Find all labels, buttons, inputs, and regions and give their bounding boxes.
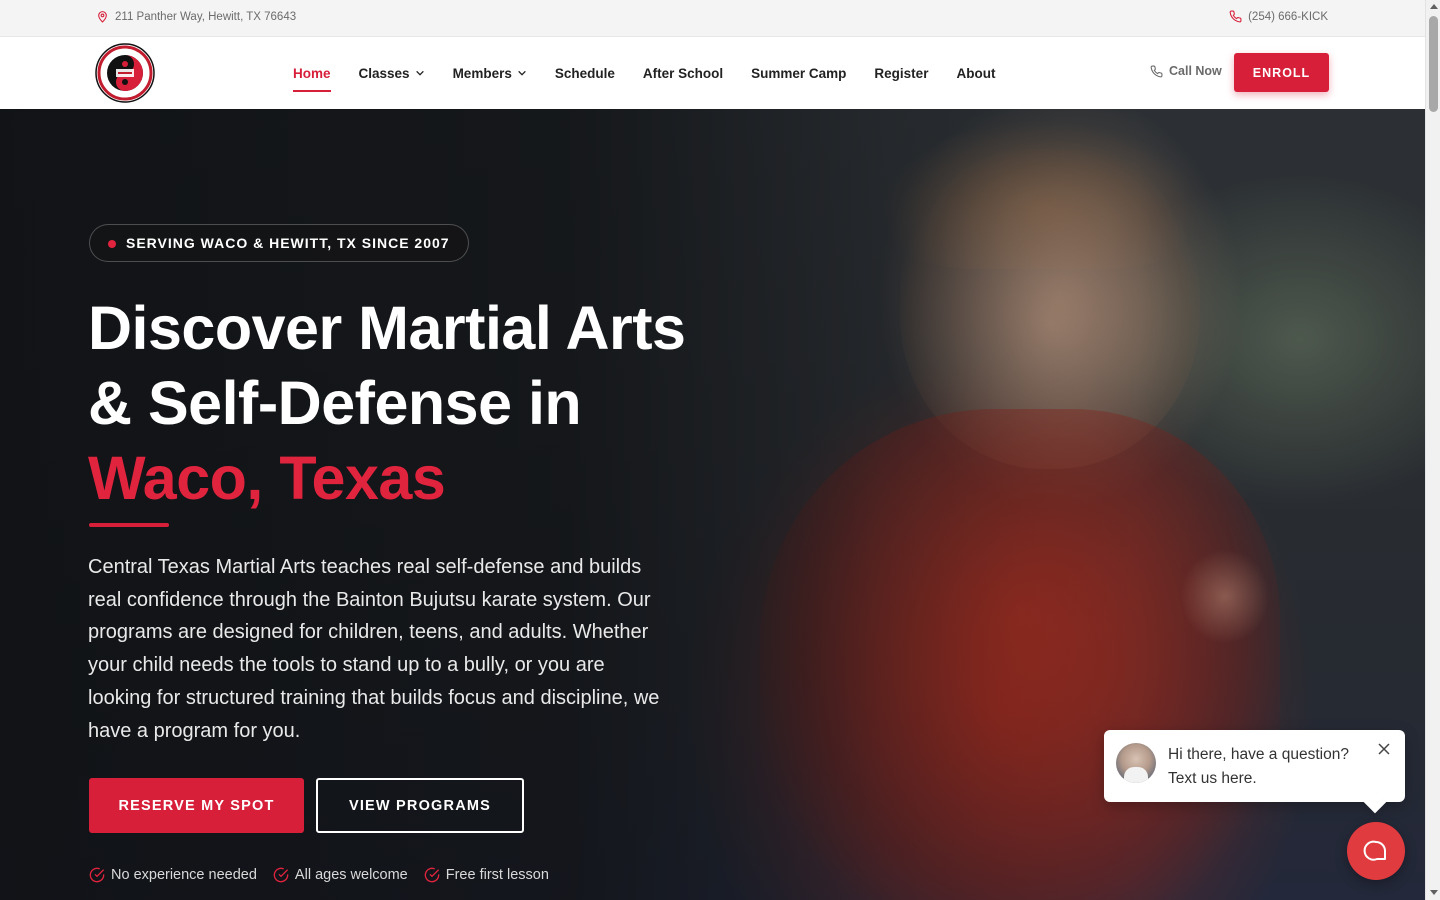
nav-schedule[interactable]: Schedule bbox=[555, 37, 615, 109]
enroll-button[interactable]: ENROLL bbox=[1234, 53, 1329, 92]
phone-link[interactable]: (254) 666-KICK bbox=[1229, 10, 1328, 23]
scroll-thumb[interactable] bbox=[1429, 16, 1438, 112]
chat-line-1: Hi there, have a question? bbox=[1168, 746, 1349, 763]
hero-benefits: No experience needed All ages welcome Fr… bbox=[89, 867, 549, 883]
nav-summer-camp[interactable]: Summer Camp bbox=[751, 37, 846, 109]
chat-line-2: Text us here. bbox=[1168, 770, 1257, 787]
nav-about[interactable]: About bbox=[956, 37, 995, 109]
site-logo[interactable] bbox=[95, 43, 155, 103]
phone-icon bbox=[1150, 65, 1163, 77]
chat-popup[interactable]: Hi there, have a question? Text us here. bbox=[1104, 730, 1405, 802]
nav-members-label: Members bbox=[452, 65, 512, 81]
chevron-down-icon bbox=[415, 70, 424, 76]
hero-description: Central Texas Martial Arts teaches real … bbox=[88, 556, 660, 742]
nav-after-school-label: After School bbox=[642, 65, 724, 81]
headline-line-2: & Self-Defense in bbox=[88, 369, 582, 437]
scroll-up-arrow-icon[interactable] bbox=[1430, 4, 1438, 9]
headline-accent-bar bbox=[89, 523, 169, 527]
nav-home-label: Home bbox=[293, 65, 331, 81]
view-programs-button[interactable]: VIEW PROGRAMS bbox=[316, 778, 524, 833]
call-now-link[interactable]: Call Now bbox=[1150, 64, 1222, 78]
call-now-label: Call Now bbox=[1169, 64, 1222, 78]
address-text: 211 Panther Way, Hewitt, TX 76643 bbox=[115, 10, 297, 23]
benefit-text: No experience needed bbox=[111, 867, 257, 883]
chat-bubble-icon bbox=[1363, 840, 1386, 861]
address[interactable]: 211 Panther Way, Hewitt, TX 76643 bbox=[96, 10, 296, 23]
chat-launcher-button[interactable] bbox=[1347, 822, 1405, 880]
hero-badge-text: SERVING WACO & HEWITT, TX SINCE 2007 bbox=[126, 235, 450, 251]
headline-line-3: Waco, Texas bbox=[88, 444, 446, 512]
chevron-down-icon bbox=[518, 70, 526, 76]
chat-agent-avatar bbox=[1116, 743, 1156, 783]
nav-home[interactable]: Home bbox=[293, 37, 331, 109]
hero-badge: SERVING WACO & HEWITT, TX SINCE 2007 bbox=[89, 224, 469, 262]
nav-summer-camp-label: Summer Camp bbox=[751, 65, 847, 81]
site-header: Home Classes Members Schedule After Scho… bbox=[0, 37, 1425, 109]
benefit-text: Free first lesson bbox=[445, 867, 549, 883]
scroll-down-arrow-icon[interactable] bbox=[1430, 890, 1438, 895]
nav-schedule-label: Schedule bbox=[554, 65, 615, 81]
close-icon[interactable] bbox=[1377, 742, 1391, 756]
benefit-item: All ages welcome bbox=[273, 867, 408, 883]
benefit-item: Free first lesson bbox=[424, 867, 549, 883]
hero-headline: Discover Martial Arts & Self-Defense in … bbox=[88, 291, 686, 516]
check-circle-icon bbox=[89, 867, 105, 883]
check-circle-icon bbox=[424, 867, 440, 883]
reserve-my-spot-button[interactable]: RESERVE MY SPOT bbox=[89, 778, 304, 833]
map-pin-icon bbox=[98, 11, 107, 23]
phone-icon bbox=[1229, 10, 1242, 23]
nav-classes[interactable]: Classes bbox=[359, 37, 425, 109]
nav-about-label: About bbox=[956, 65, 996, 81]
nav-register-label: Register bbox=[874, 65, 929, 81]
chat-message: Hi there, have a question? Text us here. bbox=[1168, 743, 1349, 791]
phone-text: (254) 666-KICK bbox=[1248, 10, 1328, 23]
nav-members[interactable]: Members bbox=[453, 37, 527, 109]
badge-dot-icon bbox=[108, 240, 116, 248]
benefit-text: All ages welcome bbox=[294, 867, 408, 883]
nav-register[interactable]: Register bbox=[874, 37, 928, 109]
nav-classes-label: Classes bbox=[358, 65, 410, 81]
nav-after-school[interactable]: After School bbox=[643, 37, 723, 109]
benefit-item: No experience needed bbox=[89, 867, 257, 883]
top-info-bar: 211 Panther Way, Hewitt, TX 76643 (254) … bbox=[0, 0, 1425, 37]
main-nav: Home Classes Members Schedule After Scho… bbox=[293, 37, 1023, 109]
check-circle-icon bbox=[273, 867, 289, 883]
headline-line-1: Discover Martial Arts bbox=[88, 294, 686, 362]
page-scrollbar[interactable] bbox=[1425, 0, 1440, 900]
